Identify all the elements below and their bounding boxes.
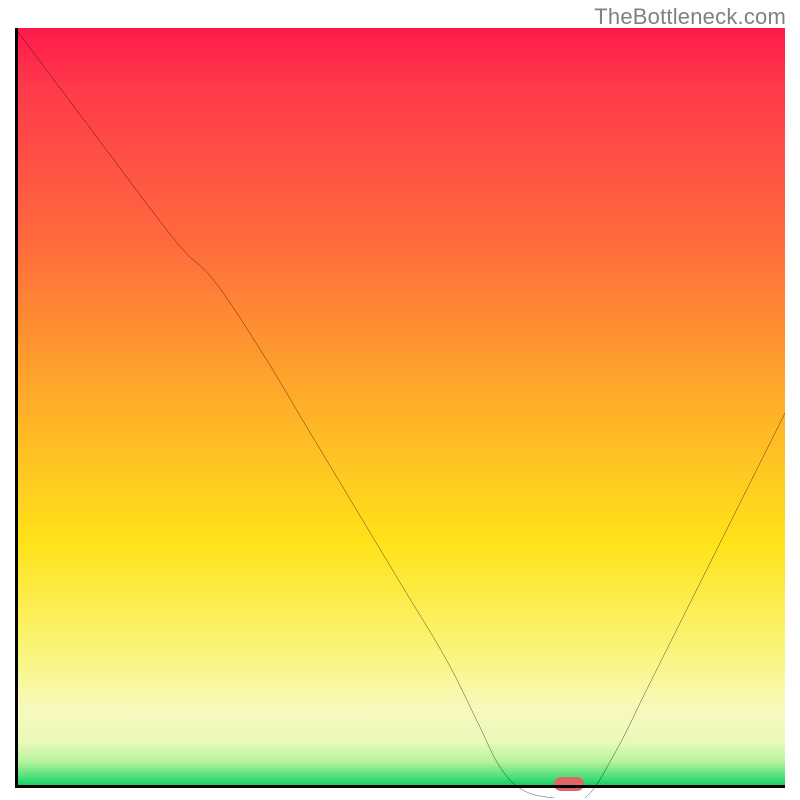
bottleneck-curve: [15, 28, 785, 798]
plot-area: [15, 28, 785, 788]
watermark-text: TheBottleneck.com: [594, 4, 786, 30]
curve-path: [15, 28, 785, 798]
chart-stage: TheBottleneck.com: [0, 0, 800, 800]
y-axis: [15, 28, 18, 788]
x-axis: [15, 785, 785, 788]
